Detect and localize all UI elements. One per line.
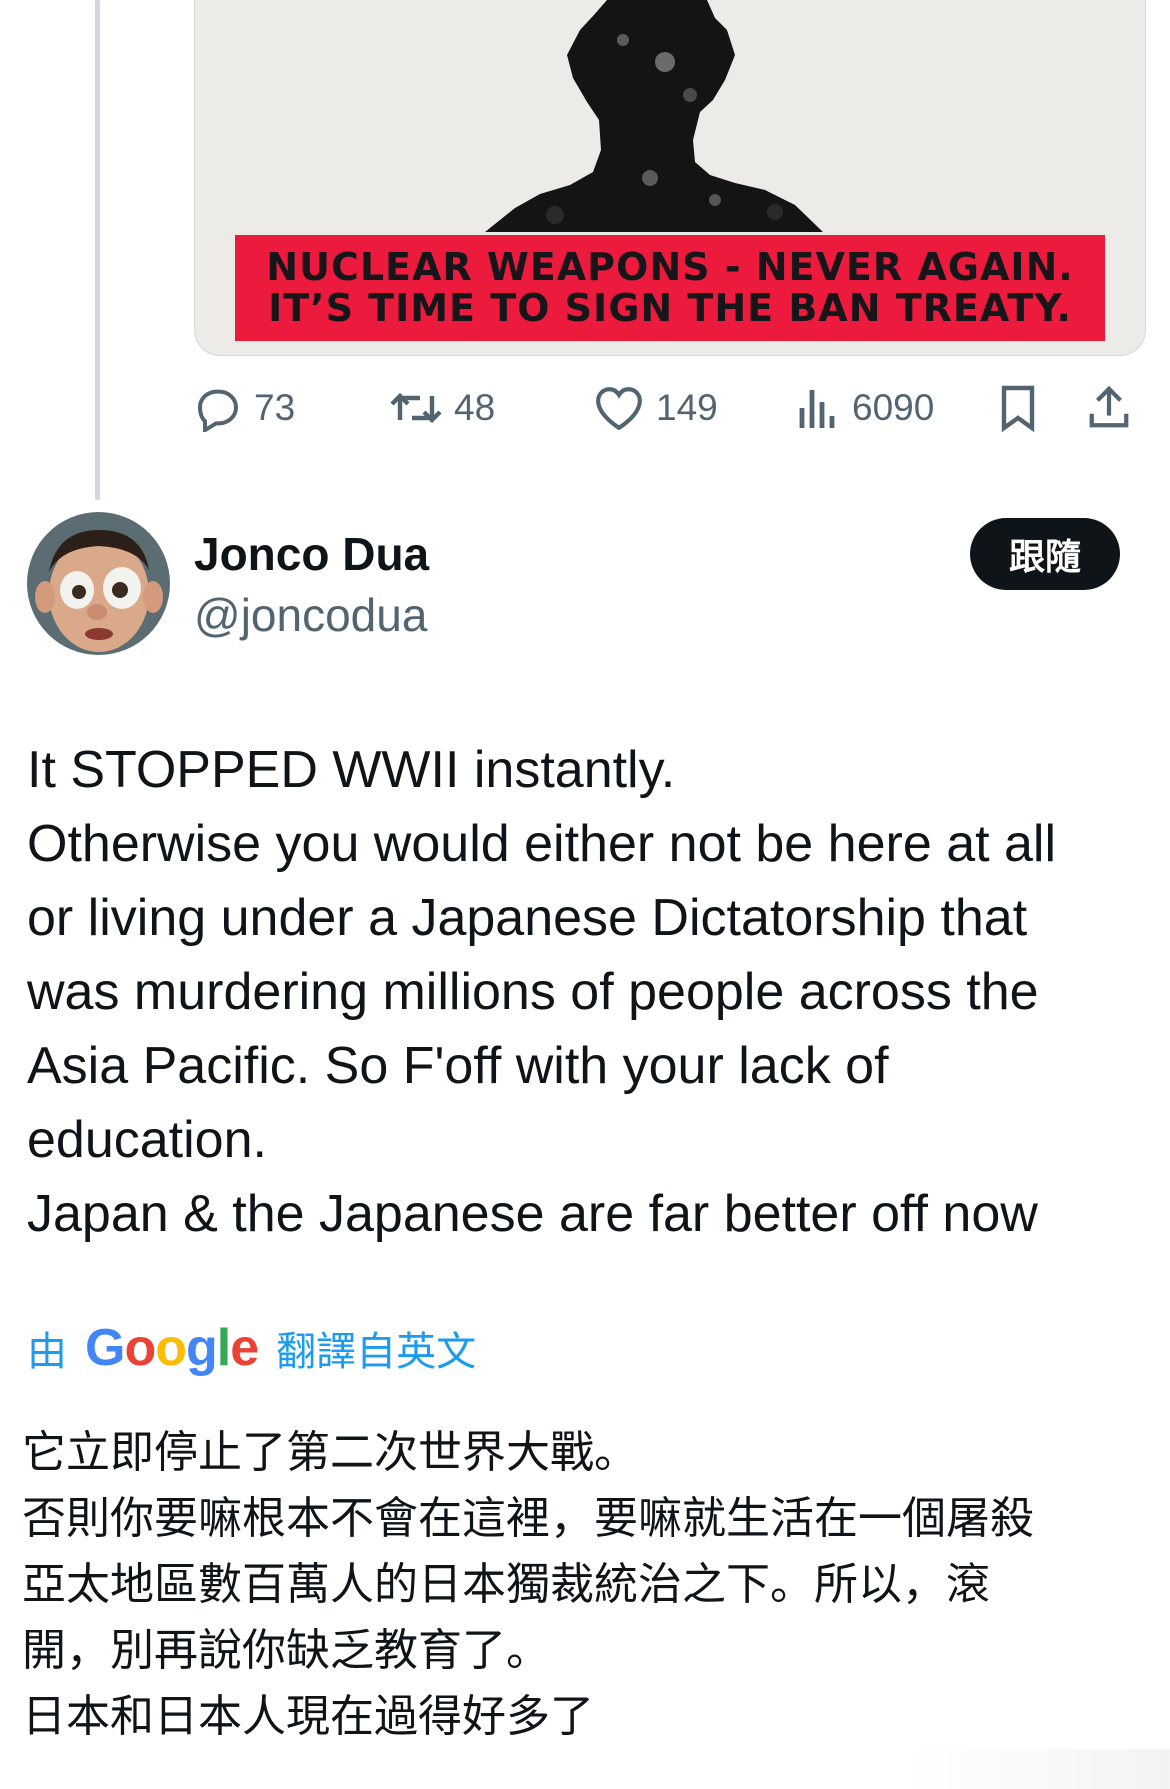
- heart-icon: [594, 384, 644, 432]
- display-name[interactable]: Jonco Dua: [194, 527, 429, 581]
- avatar[interactable]: [27, 512, 170, 655]
- banner-line-1: NUCLEAR WEAPONS - NEVER AGAIN.: [266, 245, 1074, 289]
- tweet-text-line: was murdering millions of people across …: [27, 963, 1039, 1021]
- translation-prefix: 由: [27, 1329, 67, 1375]
- retweet-button[interactable]: 48: [390, 378, 495, 438]
- follow-button[interactable]: 跟隨: [970, 518, 1120, 590]
- tweet-text-line: Otherwise you would either not be here a…: [27, 815, 1057, 873]
- banner-text-block: NUCLEAR WEAPONS - NEVER AGAIN. IT’S TIME…: [235, 235, 1105, 341]
- retweet-icon: [390, 384, 442, 432]
- share-icon: [1086, 384, 1132, 432]
- tweet-action-bar: 73 48 149 6090: [194, 378, 1144, 438]
- tweet-text-line: It STOPPED WWII instantly.: [27, 741, 676, 799]
- translated-line: 亞太地區數百萬人的日本獨裁統治之下。所以，滾: [22, 1559, 990, 1610]
- bookmark-button[interactable]: [998, 378, 1038, 438]
- reply-count: 73: [254, 387, 296, 428]
- tweet-text-line: or living under a Japanese Dictatorship …: [27, 889, 1028, 947]
- reply-button[interactable]: 73: [194, 378, 295, 438]
- user-handle[interactable]: @joncodua: [194, 588, 427, 642]
- views-button[interactable]: 6090: [796, 378, 934, 438]
- tweet-text-line: Asia Pacific. So F'off with your lack of: [27, 1037, 889, 1095]
- views-icon: [796, 384, 840, 432]
- bookmark-icon: [998, 384, 1038, 432]
- watermark-fade: [910, 1749, 1170, 1789]
- translation-attribution-link[interactable]: 由 Google 翻譯自英文: [27, 1318, 476, 1378]
- banner-line-2: IT’S TIME TO SIGN THE BAN TREATY.: [268, 286, 1072, 330]
- thread-connector-line: [95, 0, 100, 500]
- reply-icon: [194, 384, 242, 432]
- google-logo: Google: [85, 1319, 259, 1377]
- translated-line: 開，別再說你缺乏教育了。: [22, 1625, 550, 1676]
- like-count: 149: [656, 387, 718, 428]
- translated-text: 它立即停止了第二次世界大戰。 否則你要嘛根本不會在這裡，要嘛就生活在一個屠殺 亞…: [22, 1420, 1152, 1750]
- tweet-body: It STOPPED WWII instantly. Otherwise you…: [27, 733, 1147, 1251]
- avatar-caricature-image: [27, 512, 170, 655]
- translated-line: 它立即停止了第二次世界大戰。: [22, 1427, 638, 1478]
- tweet-text-line: Japan & the Japanese are far better off …: [27, 1185, 1038, 1243]
- retweet-count: 48: [454, 387, 496, 428]
- translated-line: 否則你要嘛根本不會在這裡，要嘛就生活在一個屠殺: [22, 1493, 1034, 1544]
- translated-line: 日本和日本人現在過得好多了: [22, 1691, 594, 1742]
- tweet-text-line: education.: [27, 1111, 267, 1169]
- share-button[interactable]: [1086, 378, 1132, 438]
- like-button[interactable]: 149: [594, 378, 718, 438]
- views-count: 6090: [852, 387, 935, 428]
- tweet-media-image[interactable]: NUCLEAR WEAPONS - NEVER AGAIN. IT’S TIME…: [194, 0, 1146, 356]
- translation-suffix: 翻譯自英文: [276, 1329, 477, 1375]
